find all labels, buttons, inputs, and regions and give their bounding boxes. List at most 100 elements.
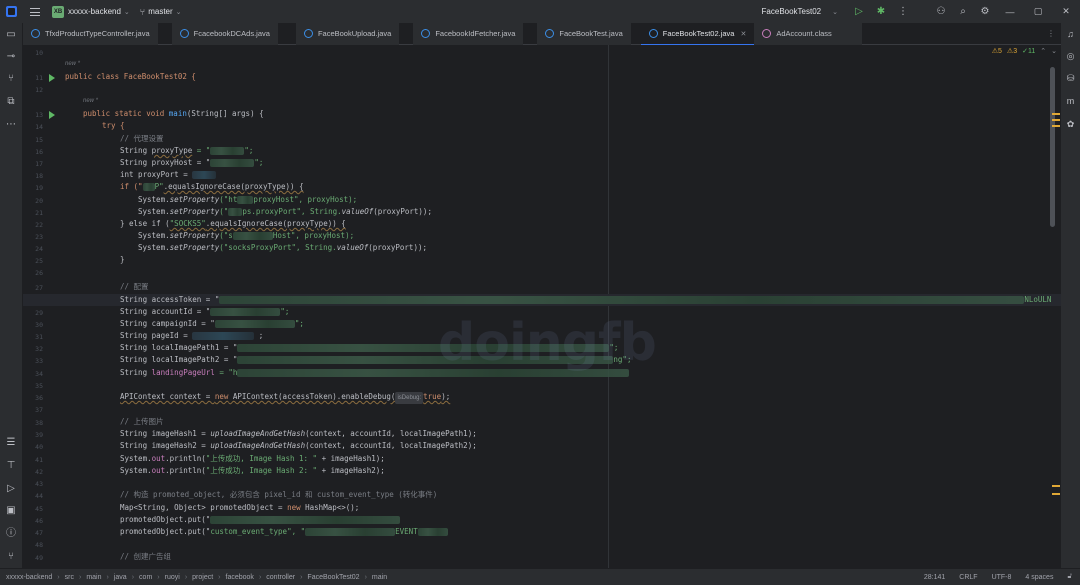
plugin-icon[interactable]: ✿ [1064, 118, 1077, 131]
right-tool-strip: ♫ ◎ ⛁ m ✿ [1061, 23, 1080, 568]
code-token: new [214, 392, 229, 401]
problems-icon[interactable]: ⓘ [4, 527, 18, 541]
code-token: "SOCKS5" [169, 219, 206, 228]
redacted-text [237, 196, 254, 204]
run-configuration[interactable]: FaceBookTest02 [762, 7, 822, 16]
more-tabs-icon[interactable]: ⋮ [1047, 29, 1055, 38]
warning-marker[interactable] [1052, 119, 1060, 121]
line-number: 15 [35, 136, 43, 144]
code-token: (" [219, 207, 229, 216]
maximize-icon[interactable]: ▢ [1024, 6, 1052, 17]
maven-icon[interactable]: m [1064, 95, 1077, 108]
warning-marker[interactable] [1052, 125, 1060, 127]
code-token: String accountId = " [120, 307, 211, 316]
tab-facebook-id-fetcher[interactable]: FacebookIdFetcher.java [413, 22, 524, 45]
indent-setting[interactable]: 4 spaces [1025, 574, 1053, 581]
vertical-scrollbar[interactable] [1050, 67, 1055, 227]
warning-marker[interactable] [1052, 113, 1060, 115]
code-token: String localImagePath1 = " [120, 343, 238, 352]
close-tab-icon[interactable]: ✕ [740, 30, 746, 38]
branch-name[interactable]: master [148, 7, 172, 16]
pull-request-icon[interactable]: ⑂ [4, 72, 18, 86]
ai-assistant-icon[interactable]: ◎ [1064, 50, 1077, 63]
line-number: 22 [35, 221, 43, 229]
line-number: 48 [35, 541, 43, 549]
tab-tfxd-product-type-controller[interactable]: TfxdProductTypeController.java [23, 22, 158, 45]
build-icon[interactable]: ⊤ [4, 459, 18, 473]
code-token: APIContext(accessToken).enableDebug( [228, 392, 396, 401]
caret-position[interactable]: 28:141 [924, 574, 945, 581]
breadcrumb-item[interactable]: FaceBookTest02 [307, 574, 359, 581]
git-branch-icon[interactable]: ⑂ [140, 7, 145, 17]
project-badge[interactable]: XB [52, 5, 64, 18]
redacted-text [210, 147, 245, 155]
structure-icon[interactable]: ⧉ [4, 95, 18, 109]
tab-facebook-upload[interactable]: FaceBookUpload.java [295, 22, 400, 45]
line-number: 27 [35, 284, 43, 292]
terminal-icon[interactable]: ▣ [4, 504, 18, 518]
chevron-down-icon[interactable]: ⌄ [832, 8, 838, 16]
breadcrumb-item[interactable]: controller [266, 574, 295, 581]
main-menu-icon[interactable] [30, 7, 40, 16]
breadcrumb-item[interactable]: java [114, 574, 127, 581]
tab-facebook-test02[interactable]: FaceBookTest02.java ✕ [640, 23, 755, 46]
breadcrumb-item[interactable]: ruoyi [165, 574, 180, 581]
line-separator[interactable]: CRLF [959, 574, 977, 581]
ide-logo-icon[interactable] [6, 6, 17, 17]
status-bar: xxxxx-backend › src › main › java › com › ruoyi › pr… [0, 568, 1080, 585]
line-number: 41 [35, 456, 43, 464]
project-folder-icon[interactable]: ▭ [4, 28, 18, 42]
java-file-icon [648, 29, 658, 38]
chevron-down-icon[interactable]: ⌄ [176, 8, 182, 16]
minimize-icon[interactable]: — [996, 7, 1024, 17]
code-editor[interactable]: ⚠5 ⚠3 ✓11 ⌃ ⌄ 10 11 12 13 14 15 16 17 18 19 20 21 22… [23, 45, 1061, 568]
redacted-text [305, 528, 396, 536]
gear-icon[interactable]: ⚙ [976, 6, 994, 17]
breadcrumb-item[interactable]: facebook [226, 574, 254, 581]
git-icon[interactable]: ⑂ [4, 550, 18, 564]
java-file-icon [179, 29, 189, 38]
breadcrumb-item[interactable]: src [65, 574, 74, 581]
code-token: "; [280, 307, 290, 316]
tab-facebook-test[interactable]: FaceBookTest.java [537, 22, 631, 45]
line-number: 43 [35, 480, 43, 488]
warning-marker[interactable] [1052, 485, 1060, 487]
code-token: uploadImageAndGetHash [210, 441, 306, 450]
debug-icon[interactable]: ✱ [872, 6, 890, 17]
notifications-icon[interactable]: ♫ [1064, 28, 1077, 41]
add-user-icon[interactable]: ⚇ [932, 6, 950, 17]
code-token: ("socksProxyPort", String. [219, 243, 337, 252]
code-token: String campaignId = " [120, 319, 215, 328]
database-icon[interactable]: ⛁ [1064, 72, 1077, 85]
close-icon[interactable]: ✕ [1052, 6, 1080, 17]
commit-icon[interactable]: ⊸ [4, 50, 18, 64]
file-encoding[interactable]: UTF-8 [992, 574, 1012, 581]
breadcrumb-item[interactable]: main [86, 574, 101, 581]
code-area[interactable]: new * public class FaceBookTest02 { new … [23, 45, 1061, 568]
chevron-down-icon[interactable]: ⌄ [124, 8, 130, 16]
run-class-icon[interactable] [49, 74, 55, 82]
more-tools-icon[interactable]: ⋯ [4, 118, 18, 132]
breadcrumb-item[interactable]: main [372, 574, 387, 581]
lock-icon[interactable]: 🔓︎ [1067, 573, 1072, 581]
more-icon[interactable]: ⋮ [894, 6, 912, 17]
code-token: String accessToken = " [120, 295, 220, 304]
search-icon[interactable]: ⌕ [954, 6, 972, 17]
code-line: // 创建广告组 [120, 551, 171, 563]
run-main-icon[interactable] [49, 111, 55, 119]
breadcrumb-item[interactable]: com [139, 574, 152, 581]
breadcrumb-item[interactable]: project [192, 574, 213, 581]
tab-fcacebook-dc-ads[interactable]: FcacebookDCAds.java [171, 22, 278, 45]
breadcrumb-item[interactable]: xxxxx-backend [6, 574, 52, 581]
warning-marker[interactable] [1052, 493, 1060, 495]
code-token: APIContext context = [120, 392, 215, 401]
services-icon[interactable]: ☰ [4, 436, 18, 450]
run-icon[interactable]: ▷ [850, 6, 868, 17]
code-token: = "h [214, 368, 238, 377]
run-tool-icon[interactable]: ▷ [4, 482, 18, 496]
tab-ad-account-class[interactable]: AdAccount.class [754, 22, 862, 45]
code-token: NLoULN [1024, 295, 1052, 304]
code-line: } [120, 254, 125, 266]
project-name[interactable]: xxxxx-backend [68, 7, 121, 16]
java-file-icon [31, 29, 40, 38]
